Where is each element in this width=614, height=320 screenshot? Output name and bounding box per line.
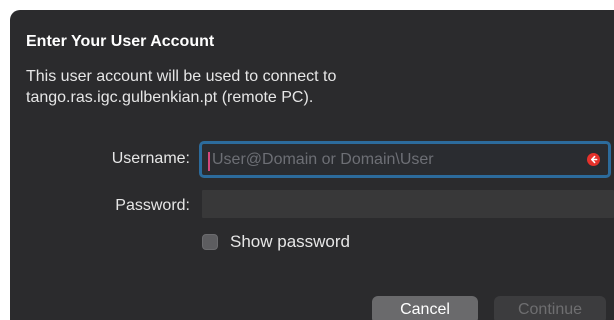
error-icon <box>587 153 600 166</box>
show-password-label[interactable]: Show password <box>230 232 350 252</box>
user-account-dialog: Enter Your User Account This user accoun… <box>10 10 614 320</box>
username-label: Username: <box>111 150 190 167</box>
continue-button[interactable]: Continue <box>494 296 606 320</box>
dialog-title: Enter Your User Account <box>26 33 215 50</box>
show-password-checkbox[interactable] <box>202 234 218 250</box>
username-field-container[interactable] <box>199 141 611 178</box>
description-line-2: tango.ras.igc.gulbenkian.pt (remote PC). <box>26 89 314 106</box>
dialog-description: This user account will be used to connec… <box>26 66 586 108</box>
show-password-toggle[interactable]: Show password <box>202 232 350 252</box>
password-label: Password: <box>115 197 190 214</box>
password-input[interactable] <box>202 190 614 218</box>
username-input[interactable] <box>212 149 572 171</box>
cancel-button[interactable]: Cancel <box>372 296 478 320</box>
text-cursor <box>208 152 210 171</box>
description-line-1: This user account will be used to connec… <box>26 68 337 85</box>
